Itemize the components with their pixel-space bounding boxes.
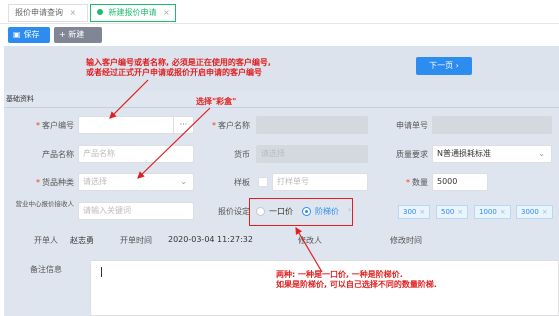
annotation-box [249, 198, 353, 226]
customer-no-label: * 客户编号 [36, 121, 74, 130]
sample-checkbox[interactable] [258, 177, 268, 187]
currency-label: 货币 [234, 150, 250, 159]
quality-select[interactable]: N普通损耗标准 ⌄ [432, 145, 552, 163]
tab-label: 新建报价申请 [108, 8, 157, 17]
chevron-down-icon: ⌄ [538, 149, 545, 158]
tab-bar: 报价申请查询 × 新建报价申请 × [0, 0, 559, 24]
sample-label: 样板 [234, 178, 250, 187]
quality-label: 质量要求 [396, 150, 428, 159]
open-time-value: 2020-03-04 11:27:32 [168, 235, 253, 244]
text-cursor [101, 267, 102, 277]
close-icon: × [419, 208, 426, 216]
apply-no-label: 申请单号 [396, 121, 428, 130]
product-name-label: 产品名称 [42, 150, 74, 159]
open-time-label: 开单时间 [120, 236, 152, 245]
opener-label: 开单人 [34, 236, 58, 245]
chevron-down-icon: ⌄ [180, 177, 187, 186]
tier-tag[interactable]: 300 × [398, 205, 431, 219]
save-button[interactable]: ▣ 保存 [8, 27, 50, 43]
customer-name-input [256, 116, 368, 134]
annotation-note: 两种: 一种是一口价, 一种是阶梯价. 如果是阶梯价, 可以自己选择不同的数量阶… [276, 270, 437, 289]
annotation-note: 选择"彩盒" [196, 97, 237, 106]
quantity-input[interactable]: 5000 [432, 173, 488, 191]
goods-type-select[interactable]: 请选择 ⌄ [78, 173, 194, 191]
section-title: 基础资料 [6, 95, 34, 103]
tab-new-quote[interactable]: 新建报价申请 × [90, 4, 176, 22]
biz-center-label: 营业中心报价接收人 [15, 200, 75, 208]
remark-label: 备注信息 [30, 265, 62, 274]
lookup-button[interactable]: ··· [173, 117, 193, 133]
apply-no-input [432, 116, 552, 134]
tab-quote-query[interactable]: 报价申请查询 × [8, 4, 88, 22]
biz-center-input[interactable]: 请输入关键词 [78, 202, 194, 220]
opener-value: 赵志勇 [70, 236, 94, 245]
goods-type-label: * 货品种类 [36, 178, 74, 187]
close-icon: × [541, 208, 548, 216]
modifier-label: 修改人 [298, 236, 322, 245]
active-dot-icon [97, 9, 103, 15]
customer-name-label: * 客户名称 [212, 121, 250, 130]
tier-tag[interactable]: 3000 × [516, 205, 553, 219]
close-icon[interactable]: × [163, 8, 170, 17]
tier-tag[interactable]: 500 × [436, 205, 469, 219]
annotation-note: 输入客户编号或者名称, 必须是正在使用的客户编号, 或者经过正式开户申请或报价开… [86, 58, 271, 77]
close-icon[interactable]: × [70, 8, 77, 17]
next-page-button[interactable]: 下一页 › [416, 57, 472, 75]
close-icon: × [457, 208, 464, 216]
tier-tag[interactable]: 1000 × [474, 205, 511, 219]
new-button[interactable]: + 新建 [54, 27, 102, 43]
toolbar: ▣ 保存 + 新建 [0, 25, 559, 45]
currency-select: 请选择 [256, 145, 368, 163]
price-setting-label: 报价设定 [218, 207, 250, 216]
close-icon: × [499, 208, 506, 216]
quantity-label: * 数量 [406, 178, 428, 187]
save-icon: ▣ [13, 30, 21, 39]
sample-input[interactable]: 打样单号 [272, 173, 368, 191]
tab-label: 报价申请查询 [15, 8, 63, 17]
product-name-input[interactable]: 产品名称 [78, 145, 194, 163]
customer-no-input[interactable]: ··· [78, 116, 194, 134]
modify-time-label: 修改时间 [390, 236, 422, 245]
